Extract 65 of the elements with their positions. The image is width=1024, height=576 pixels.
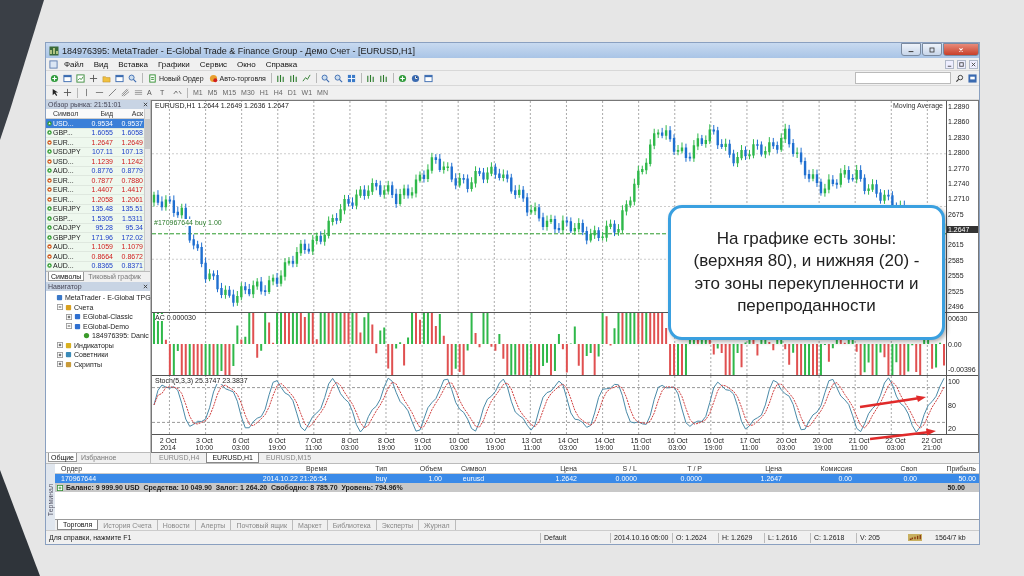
- tree-node-icon: [56, 294, 63, 302]
- pitchfork-icon: [121, 88, 130, 97]
- callout-text: На графике есть зоны: (верхняя 80), и нижняя (20) - это зоны перекупленности и перепроданности: [692, 228, 921, 317]
- close-icon: [970, 60, 977, 68]
- close-icon: [957, 45, 965, 54]
- menu-item[interactable]: Окно: [233, 59, 260, 69]
- channel-icon: [134, 88, 143, 97]
- plus-icon: [50, 73, 59, 83]
- window-title: 184976395: MetaTrader - E-Global Trade & Finance Group - Демо Счет - [EURUSD,H1]: [62, 45, 415, 56]
- minimize-button[interactable]: [901, 43, 921, 56]
- menu-item[interactable]: Графики: [153, 59, 194, 69]
- chart-icon: [76, 73, 85, 83]
- expand-icon[interactable]: [57, 361, 63, 368]
- menu-item[interactable]: Вставка: [114, 59, 152, 69]
- document-icon: [49, 59, 58, 69]
- menu-item[interactable]: Сервис: [195, 59, 232, 69]
- window-icon: [63, 73, 72, 83]
- crosshair-icon: [63, 88, 72, 97]
- cursor-icon: [50, 88, 59, 97]
- menu-item[interactable]: Вид: [89, 59, 113, 69]
- bar-chart-icon: [275, 73, 285, 83]
- folder-icon: [102, 73, 111, 83]
- expand-icon[interactable]: [57, 351, 63, 358]
- window-icon: [115, 73, 124, 83]
- magnifier-icon: [333, 73, 343, 83]
- menu-item[interactable]: Справка: [261, 59, 302, 69]
- line-chart-icon: [301, 73, 311, 83]
- collapse-icon[interactable]: [57, 304, 63, 311]
- tree-node-icon: [83, 332, 90, 340]
- magnifier-icon: [128, 73, 137, 83]
- bar-chart-icon: [365, 73, 375, 83]
- trend-line-icon: [108, 88, 117, 97]
- bar-chart-icon: [378, 73, 388, 83]
- bar-chart-icon: [288, 73, 298, 83]
- collapse-icon[interactable]: [66, 323, 72, 330]
- connection-icon: [908, 534, 922, 541]
- chat-icon: [968, 73, 977, 83]
- restore-icon: [958, 60, 965, 68]
- plus-icon: [57, 484, 63, 491]
- plus-icon: [397, 73, 407, 83]
- close-button[interactable]: [969, 59, 978, 69]
- close-icon: [143, 102, 148, 107]
- restore-icon: [928, 45, 936, 54]
- chat-button[interactable]: [967, 72, 979, 84]
- search-icon: [955, 73, 964, 83]
- arrow: [858, 395, 928, 409]
- grid-icon: [346, 73, 356, 83]
- tree-node-icon: [65, 341, 72, 349]
- minimize-button[interactable]: [945, 59, 954, 69]
- tree-node-icon: [65, 303, 72, 311]
- document-icon: [148, 73, 157, 83]
- menu-item[interactable]: Файл: [60, 59, 88, 69]
- clock-icon: [410, 73, 420, 83]
- chart-icon: [49, 45, 59, 56]
- expand-icon[interactable]: [66, 313, 72, 320]
- search-field[interactable]: [855, 72, 951, 84]
- search-button[interactable]: [954, 72, 966, 84]
- expand-icon[interactable]: [57, 342, 63, 349]
- restore-button[interactable]: [957, 59, 966, 69]
- maximize-button[interactable]: [922, 43, 942, 56]
- crosshair-icon: [89, 73, 98, 83]
- window-icon: [423, 73, 433, 83]
- scrollbar[interactable]: [144, 109, 150, 271]
- close-icon: [143, 284, 148, 289]
- magnifier-icon: [320, 73, 330, 83]
